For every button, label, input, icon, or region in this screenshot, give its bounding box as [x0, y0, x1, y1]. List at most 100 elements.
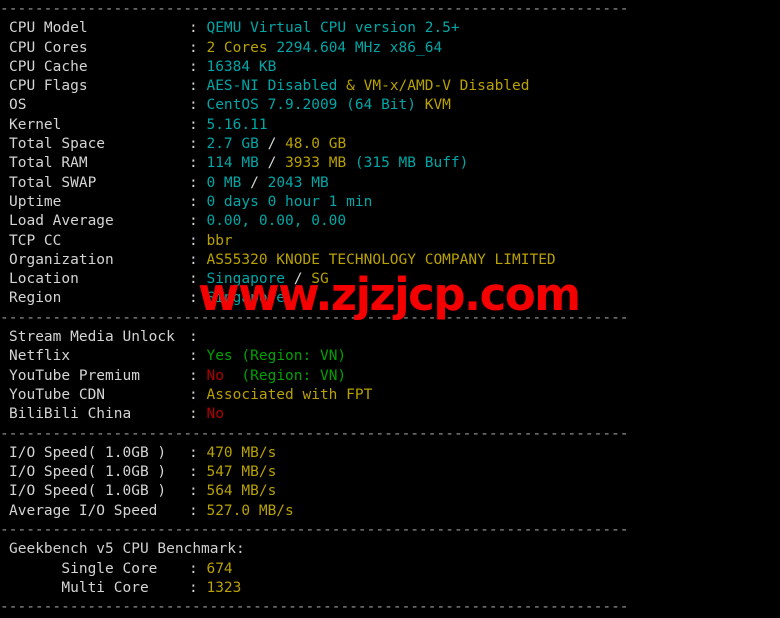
value-space-used: 2.7 GB [206, 136, 259, 153]
label-total-ram: Total RAM [9, 155, 88, 172]
row-netflix: Netflix: Yes (Region: VN) [0, 347, 780, 366]
value-os-name: CentOS 7.9.2009 (64 Bit) [206, 97, 416, 114]
colon: : [189, 251, 207, 268]
label-uptime: Uptime [9, 193, 62, 210]
terminal-output: ----------------------------------------… [0, 0, 780, 615]
label-cpu-cores: CPU Cores [9, 39, 88, 56]
row-average-io-speed: Average I/O Speed: 527.0 MB/s [0, 502, 780, 521]
row-uptime: Uptime: 0 days 0 hour 1 min [0, 193, 780, 212]
value-cpu-flags-amp: & [346, 78, 355, 95]
value-io-speed-2: 547 MB/s [206, 464, 277, 481]
value-io-speed-3: 564 MB/s [206, 483, 277, 500]
value-bilibili-china: No [206, 406, 224, 423]
row-io-speed-3: I/O Speed( 1.0GB ): 564 MB/s [0, 482, 780, 501]
label-geekbench-multi-core: Multi Core [9, 579, 149, 596]
colon: : [189, 579, 207, 596]
label-io-speed-2: I/O Speed( 1.0GB ) [9, 464, 167, 481]
colon: : [189, 560, 207, 577]
row-io-speed-1: I/O Speed( 1.0GB ): 470 MB/s [0, 444, 780, 463]
geekbench-heading: Geekbench v5 CPU Benchmark: [9, 541, 245, 558]
value-youtube-premium-region: (Region: VN) [241, 367, 347, 384]
value-cpu-flags-vmx: VM-x/AMD-V Disabled [363, 78, 530, 95]
value-load-average: 0.00, 0.00, 0.00 [206, 213, 347, 230]
value-tcp-cc: bbr [206, 232, 233, 249]
separator-after-stream-media: ----------------------------------------… [0, 425, 629, 442]
colon: : [189, 39, 207, 56]
row-load-average: Load Average: 0.00, 0.00, 0.00 [0, 212, 780, 231]
value-swap-slash: / [250, 174, 259, 191]
value-location-slash: / [293, 271, 303, 288]
label-cpu-model: CPU Model [9, 20, 88, 37]
value-io-speed-1: 470 MB/s [206, 444, 277, 461]
label-tcp-cc: TCP CC [9, 232, 62, 249]
row-youtube-cdn: YouTube CDN: Associated with FPT [0, 386, 780, 405]
label-load-average: Load Average [9, 213, 114, 230]
colon: : [189, 78, 207, 95]
colon: : [189, 193, 207, 210]
colon: : [189, 464, 207, 481]
value-os-virt: KVM [424, 97, 451, 114]
row-youtube-premium: YouTube Premium: No (Region: VN) [0, 367, 780, 386]
value-location-country: SG [311, 271, 329, 288]
separator-bottom: ----------------------------------------… [0, 599, 629, 616]
value-ram-used: 114 MB [206, 155, 259, 172]
colon: : [189, 367, 207, 384]
colon: : [189, 232, 207, 249]
label-stream-media-unlock: Stream Media Unlock [9, 329, 175, 346]
value-cpu-cores-count: 2 Cores [206, 39, 268, 56]
label-io-speed-1: I/O Speed( 1.0GB ) [9, 444, 167, 461]
value-swap-total: 2043 MB [267, 174, 329, 191]
value-ram-buff: (315 MB Buff) [354, 155, 469, 172]
row-cpu-cores: CPU Cores: 2 Cores 2294.604 MHz x86_64 [0, 39, 780, 58]
colon: : [189, 406, 207, 423]
label-youtube-cdn: YouTube CDN [9, 386, 106, 403]
label-cpu-cache: CPU Cache [9, 58, 88, 75]
colon: : [189, 329, 207, 346]
colon: : [189, 116, 207, 133]
value-ram-total: 3933 MB [285, 155, 347, 172]
row-bilibili-china: BiliBili China: No [0, 405, 780, 424]
colon: : [189, 483, 207, 500]
row-total-ram: Total RAM: 114 MB / 3933 MB (315 MB Buff… [0, 154, 780, 173]
row-cpu-model: CPU Model: QEMU Virtual CPU version 2.5+ [0, 19, 780, 38]
value-organization: AS55320 KNODE TECHNOLOGY COMPANY LIMITED [206, 251, 556, 268]
row-region: Region: Singapore [0, 289, 780, 308]
colon: : [189, 136, 207, 153]
value-netflix-status: Yes [206, 348, 233, 365]
row-io-speed-2: I/O Speed( 1.0GB ): 547 MB/s [0, 463, 780, 482]
row-stream-media-unlock: Stream Media Unlock: [0, 328, 780, 347]
row-geekbench-single-core: Single Core: 674 [0, 560, 780, 579]
row-total-swap: Total SWAP: 0 MB / 2043 MB [0, 174, 780, 193]
colon: : [189, 290, 207, 307]
row-cpu-cache: CPU Cache: 16384 KB [0, 58, 780, 77]
colon: : [189, 271, 207, 288]
row-os: OS: CentOS 7.9.2009 (64 Bit) KVM [0, 96, 780, 115]
value-uptime: 0 days 0 hour 1 min [206, 193, 373, 210]
row-total-space: Total Space: 2.7 GB / 48.0 GB [0, 135, 780, 154]
value-kernel: 5.16.11 [206, 116, 268, 133]
label-io-speed-3: I/O Speed( 1.0GB ) [9, 483, 167, 500]
value-youtube-cdn: Associated with FPT [206, 386, 373, 403]
label-youtube-premium: YouTube Premium [9, 367, 140, 384]
row-cpu-flags: CPU Flags: AES-NI Disabled & VM-x/AMD-V … [0, 77, 780, 96]
value-geekbench-single-core: 674 [206, 560, 233, 577]
label-os: OS [9, 97, 27, 114]
value-geekbench-multi-core: 1323 [206, 579, 242, 596]
separator-after-io-speed: ----------------------------------------… [0, 522, 629, 539]
value-location-city: Singapore [206, 271, 286, 288]
row-organization: Organization: AS55320 KNODE TECHNOLOGY C… [0, 251, 780, 270]
value-average-io-speed: 527.0 MB/s [206, 502, 294, 519]
label-organization: Organization [9, 251, 114, 268]
value-cpu-cores-freq: 2294.604 MHz x86_64 [276, 39, 443, 56]
colon: : [189, 502, 207, 519]
colon: : [189, 386, 207, 403]
label-netflix: Netflix [9, 348, 71, 365]
